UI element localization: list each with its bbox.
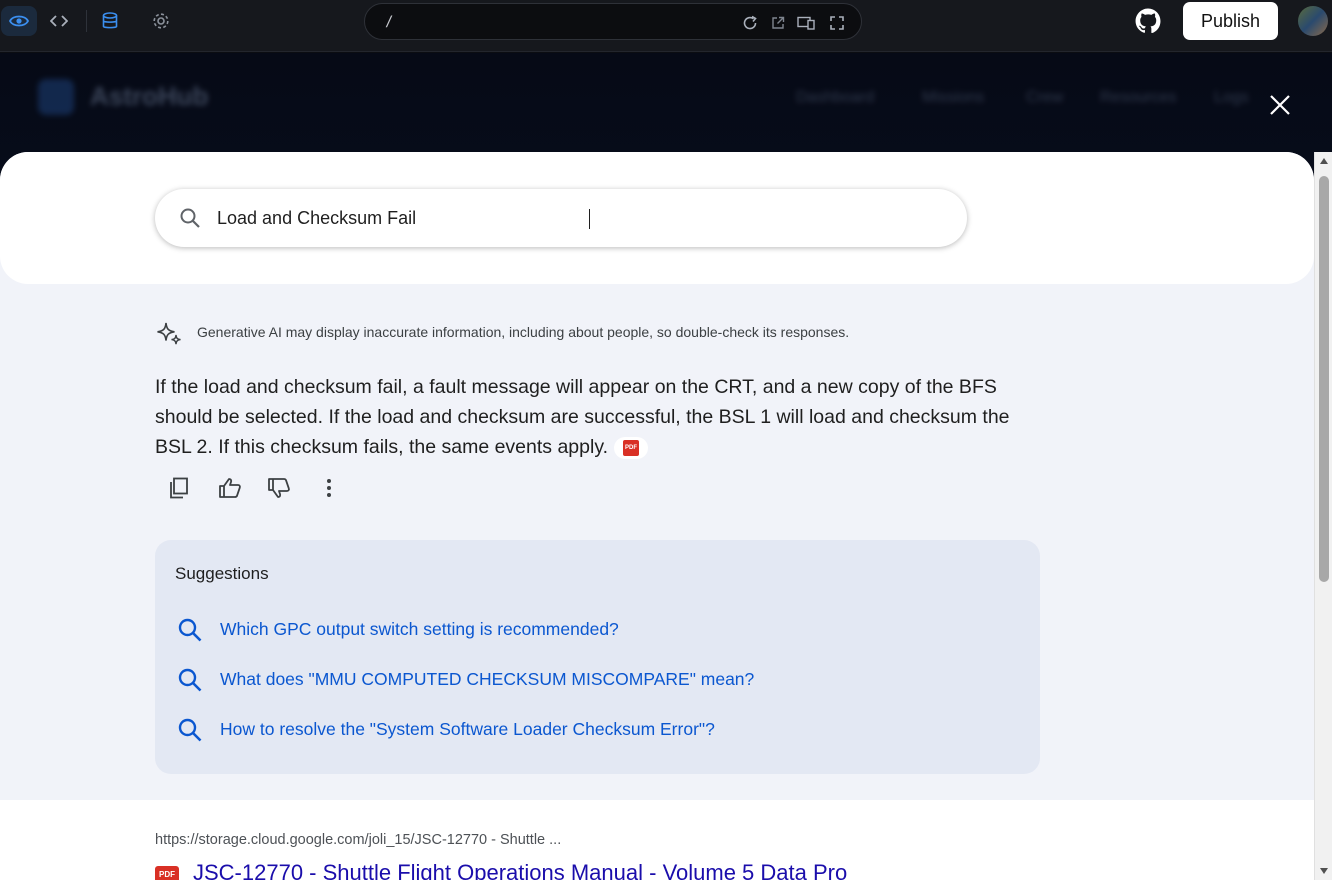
nav-link-logs: Logs xyxy=(1214,89,1249,106)
app-logo xyxy=(38,79,74,115)
suggestions-title: Suggestions xyxy=(175,564,269,583)
github-icon[interactable] xyxy=(1135,8,1161,34)
disclaimer-text: Generative AI may display inaccurate inf… xyxy=(197,324,850,340)
nav-link-resources: Resources xyxy=(1100,89,1177,106)
preview-eye-button[interactable] xyxy=(1,6,37,36)
url-path: / xyxy=(385,14,394,30)
ai-answer: If the load and checksum fail, a fault m… xyxy=(155,372,1040,462)
sparkle-icon xyxy=(157,322,181,345)
search-overlay: Generative AI may display inaccurate inf… xyxy=(0,152,1314,880)
copy-button[interactable] xyxy=(166,475,192,501)
code-view-button[interactable] xyxy=(41,6,77,36)
url-bar[interactable]: / xyxy=(364,3,862,40)
search-icon xyxy=(180,208,200,228)
close-icon[interactable] xyxy=(1266,91,1294,119)
search-header xyxy=(0,152,1314,284)
search-icon xyxy=(178,718,202,742)
suggestion-text: Which GPC output switch setting is recom… xyxy=(220,619,619,639)
suggestion-item[interactable]: How to resolve the "System Software Load… xyxy=(175,715,995,745)
suggestion-text: What does "MMU COMPUTED CHECKSUM MISCOMP… xyxy=(220,669,755,689)
more-options-button[interactable] xyxy=(316,475,342,501)
pdf-source-chip[interactable]: PDF xyxy=(614,436,649,459)
publish-button[interactable]: Publish xyxy=(1183,2,1278,40)
result-url[interactable]: https://storage.cloud.google.com/joli_15… xyxy=(155,832,561,848)
search-icon xyxy=(178,668,202,692)
result-title-link[interactable]: JSC-12770 - Shuttle Flight Operations Ma… xyxy=(193,860,847,880)
scrollbar-thumb[interactable] xyxy=(1319,176,1329,582)
pdf-icon: PDF xyxy=(623,439,640,456)
user-avatar[interactable] xyxy=(1298,6,1328,36)
eye-icon xyxy=(9,15,29,27)
toolbar-divider xyxy=(86,10,87,32)
thumbs-down-button[interactable] xyxy=(266,475,292,501)
answer-actions xyxy=(166,475,366,503)
app-navbar: AstroHub Dashboard Missions Crew Resourc… xyxy=(0,53,1332,143)
gear-icon xyxy=(153,13,169,29)
scroll-up-arrow-icon[interactable] xyxy=(1319,156,1329,166)
more-vert-icon xyxy=(327,479,331,497)
database-button[interactable] xyxy=(92,6,128,36)
suggestion-item[interactable]: Which GPC output switch setting is recom… xyxy=(175,615,995,645)
thumbs-up-button[interactable] xyxy=(217,475,243,501)
search-icon xyxy=(178,618,202,642)
search-results: https://storage.cloud.google.com/joli_15… xyxy=(0,800,1314,880)
nav-link-missions: Missions xyxy=(922,89,985,106)
code-icon xyxy=(50,15,68,27)
database-icon xyxy=(102,12,118,29)
thumbs-down-icon xyxy=(268,478,290,498)
settings-button[interactable] xyxy=(143,6,179,36)
app-brand: AstroHub xyxy=(90,81,209,111)
nav-link-dashboard: Dashboard xyxy=(796,89,875,106)
open-external-icon[interactable] xyxy=(769,14,787,32)
fullscreen-icon[interactable] xyxy=(828,14,846,32)
scroll-down-arrow-icon[interactable] xyxy=(1319,866,1329,876)
suggestions-card: Suggestions Which GPC output switch sett… xyxy=(155,540,1040,774)
pdf-icon: PDF xyxy=(155,866,179,880)
ai-disclaimer: Generative AI may display inaccurate inf… xyxy=(155,318,1055,348)
scrollbar[interactable] xyxy=(1314,152,1332,880)
editor-toolbar: / Publish xyxy=(0,0,1332,52)
nav-link-crew: Crew xyxy=(1026,89,1064,106)
suggestion-text: How to resolve the "System Software Load… xyxy=(220,719,715,739)
suggestion-item[interactable]: What does "MMU COMPUTED CHECKSUM MISCOMP… xyxy=(175,665,995,695)
reload-icon[interactable] xyxy=(741,14,759,32)
copy-icon xyxy=(170,477,188,499)
responsive-devices-icon[interactable] xyxy=(797,14,815,32)
search-input[interactable] xyxy=(217,203,937,233)
thumbs-up-icon xyxy=(219,478,241,498)
answer-text: If the load and checksum fail, a fault m… xyxy=(155,376,1010,458)
search-box[interactable] xyxy=(155,189,967,247)
text-caret xyxy=(589,209,590,229)
